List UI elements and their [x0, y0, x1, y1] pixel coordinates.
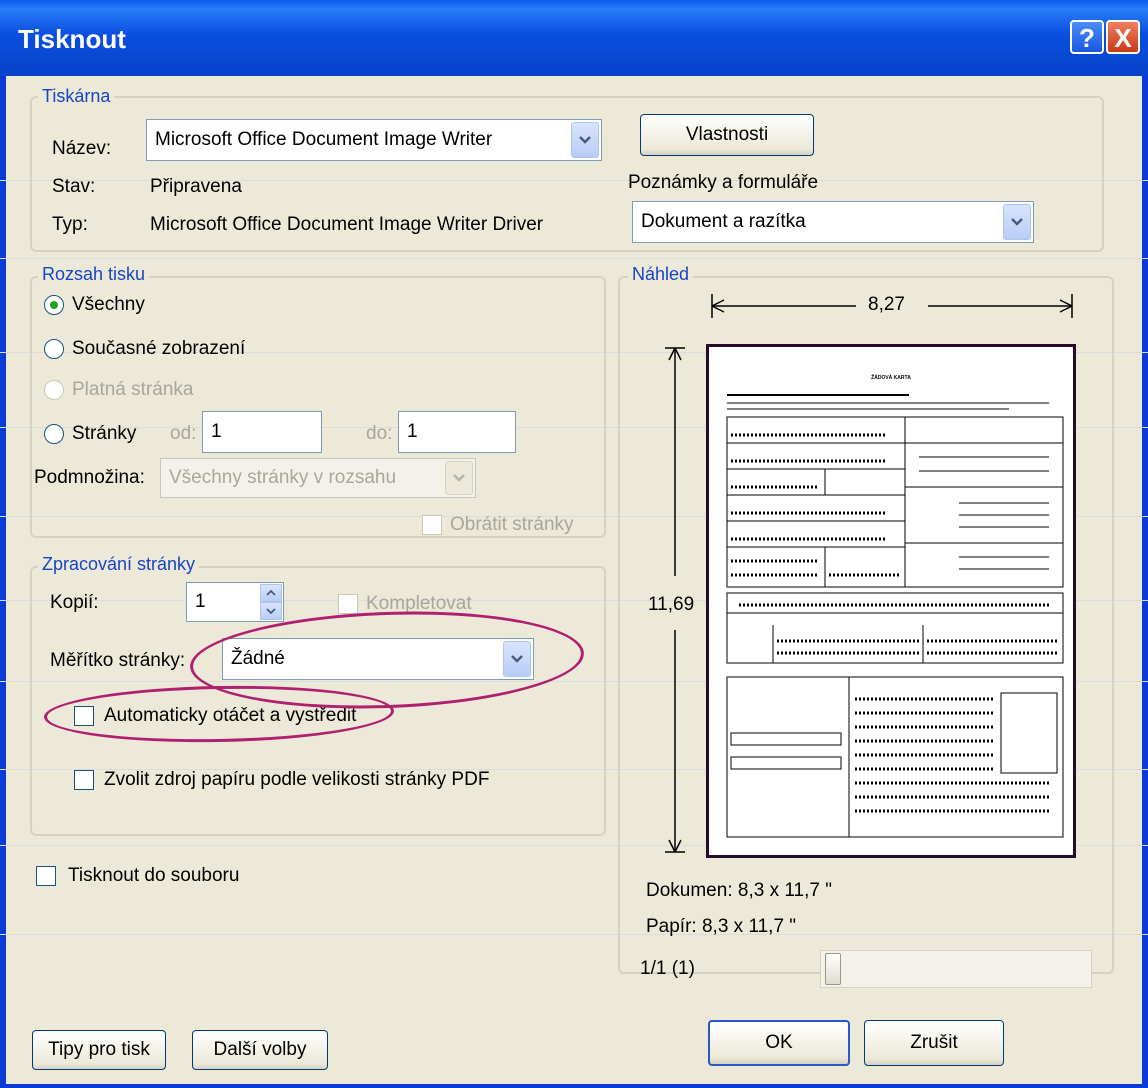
- printer-name-select[interactable]: Microsoft Office Document Image Writer: [146, 119, 602, 161]
- comments-forms-value: Dokument a razítka: [641, 211, 806, 232]
- chevron-down-icon[interactable]: [1003, 204, 1031, 240]
- chevron-down-icon: [445, 461, 473, 495]
- print-to-file-label[interactable]: Tisknout do souboru: [68, 865, 239, 887]
- title-bar[interactable]: Tisknout ? X: [0, 0, 1148, 76]
- reverse-pages-checkbox: [422, 515, 442, 535]
- preview-legend: Náhled: [628, 264, 694, 285]
- radio-all-label[interactable]: Všechny: [72, 294, 145, 316]
- copies-label: Kopií:: [50, 592, 99, 613]
- printer-legend: Tiskárna: [38, 86, 115, 107]
- pages-to-value: 1: [407, 421, 418, 442]
- more-options-button[interactable]: Další volby: [192, 1030, 328, 1070]
- printer-name-value: Microsoft Office Document Image Writer: [155, 129, 493, 150]
- cancel-button[interactable]: Zrušit: [864, 1020, 1004, 1066]
- preview-form-graphic: [726, 394, 1064, 838]
- comments-forms-label: Poznámky a formuláře: [628, 172, 819, 193]
- properties-button[interactable]: Vlastnosti: [640, 114, 814, 156]
- pages-to-input[interactable]: 1: [398, 411, 516, 453]
- radio-pages[interactable]: [44, 424, 64, 444]
- radio-pages-label[interactable]: Stránky: [72, 423, 136, 445]
- subset-value: Všechny stránky v rozsahu: [169, 467, 397, 488]
- radio-current-view[interactable]: [44, 339, 64, 359]
- spin-down-icon[interactable]: [260, 602, 282, 620]
- collate-checkbox: [338, 594, 358, 614]
- preview-height-value: 11,69: [648, 594, 695, 615]
- reverse-pages-label: Obrátit stránky: [450, 514, 574, 535]
- page-scaling-label: Měřítko stránky:: [50, 650, 186, 671]
- pages-to-label: do:: [366, 423, 393, 444]
- help-icon[interactable]: ?: [1070, 20, 1104, 54]
- document-size: Dokumen: 8,3 x 11,7 ": [646, 880, 832, 901]
- copies-spinner[interactable]: [260, 584, 282, 620]
- pages-from-input[interactable]: 1: [202, 411, 322, 453]
- copies-value: 1: [195, 591, 206, 612]
- spin-up-icon[interactable]: [260, 584, 282, 602]
- radio-selected-dot: [50, 301, 58, 309]
- choose-paper-source-label[interactable]: Zvolit zdroj papíru podle velikosti strá…: [104, 769, 489, 791]
- scan-line: [0, 258, 1148, 259]
- subset-select: Všechny stránky v rozsahu: [160, 458, 476, 498]
- pages-from-value: 1: [211, 421, 222, 442]
- ok-button[interactable]: OK: [708, 1020, 850, 1066]
- page-handling-legend: Zpracování stránky: [38, 554, 200, 575]
- print-range-legend: Rozsah tisku: [38, 264, 150, 285]
- printer-name-label: Název:: [52, 138, 112, 159]
- radio-current-page-label: Platná stránka: [72, 379, 194, 400]
- printer-type-label: Typ:: [52, 214, 88, 235]
- radio-all[interactable]: [44, 295, 64, 315]
- radio-current-page: [44, 380, 64, 400]
- paper-size: Papír: 8,3 x 11,7 ": [646, 916, 797, 937]
- page-preview: ŽÁDOVÁ KARTA: [706, 344, 1076, 858]
- preview-width-value: 8,27: [868, 294, 905, 315]
- printer-status-value: Připravena: [150, 176, 242, 197]
- printer-type-value: Microsoft Office Document Image Writer D…: [150, 214, 544, 235]
- close-icon[interactable]: X: [1106, 20, 1140, 54]
- printer-status-label: Stav:: [52, 176, 96, 197]
- copies-input[interactable]: 1: [186, 582, 284, 622]
- comments-forms-select[interactable]: Dokument a razítka: [632, 201, 1034, 243]
- print-to-file-checkbox[interactable]: [36, 866, 56, 886]
- page-slider-track[interactable]: [820, 950, 1092, 988]
- radio-current-view-label[interactable]: Současné zobrazení: [72, 338, 245, 360]
- choose-paper-source-checkbox[interactable]: [74, 770, 94, 790]
- subset-label: Podmnožina:: [34, 467, 145, 488]
- chevron-down-icon[interactable]: [571, 122, 599, 158]
- pages-from-label: od:: [170, 423, 197, 444]
- page-slider-thumb[interactable]: [825, 953, 841, 985]
- page-indicator: 1/1 (1): [640, 958, 695, 979]
- print-tips-button[interactable]: Tipy pro tisk: [32, 1030, 166, 1070]
- window-title: Tisknout: [18, 24, 126, 54]
